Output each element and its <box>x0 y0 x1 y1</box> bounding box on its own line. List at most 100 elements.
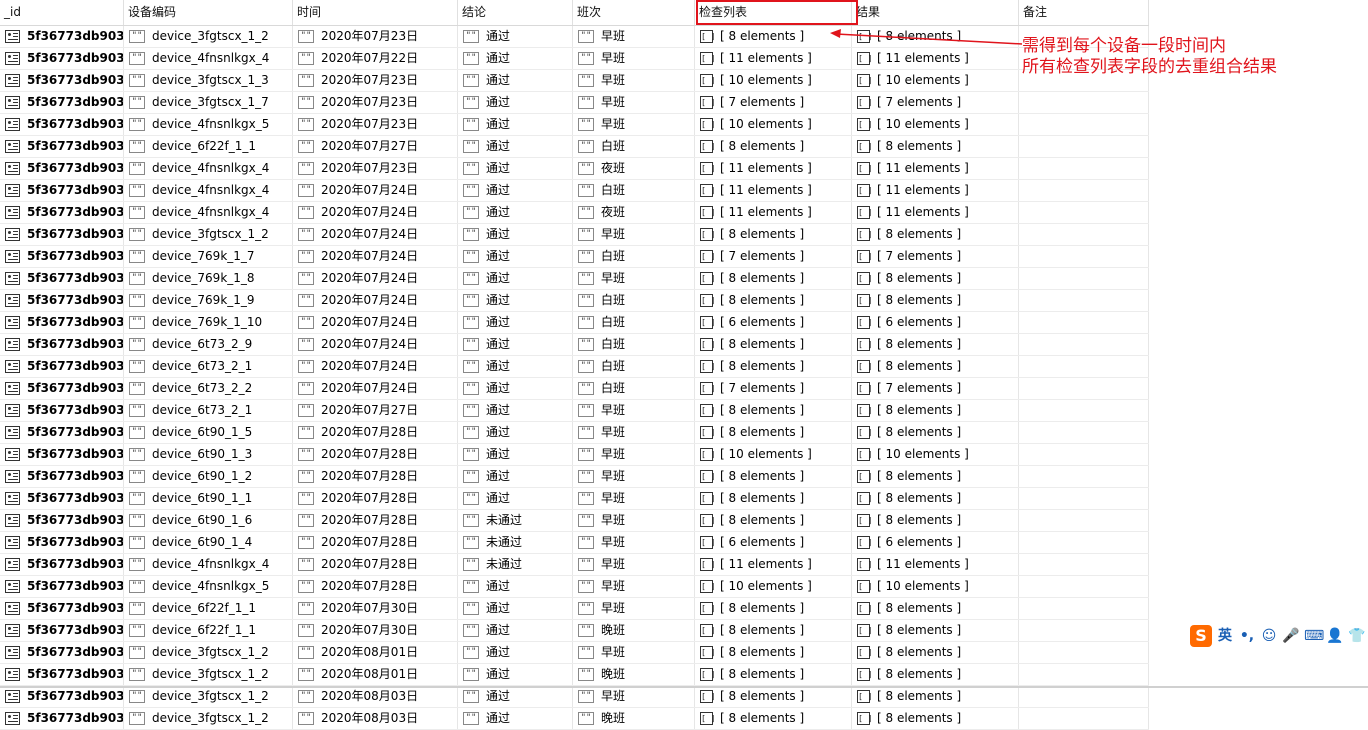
cell-conclusion[interactable]: "" 通过 <box>458 312 573 333</box>
cell-device-code[interactable]: "" device_6t90_1_4 <box>124 532 293 553</box>
cell-conclusion[interactable]: "" 通过 <box>458 378 573 399</box>
cell-device-code[interactable]: "" device_6f22f_1_1 <box>124 620 293 641</box>
cell-time[interactable]: "" 2020年07月24日 <box>293 224 458 245</box>
cell-device-code[interactable]: "" device_4fnsnlkgx_5 <box>124 576 293 597</box>
cell-conclusion[interactable]: "" 通过 <box>458 664 573 685</box>
cell-remark[interactable] <box>1019 378 1149 399</box>
cell-device-code[interactable]: "" device_6t90_1_5 <box>124 422 293 443</box>
smiley-icon[interactable]: ☺ <box>1260 626 1278 646</box>
cell-id[interactable]: 5f36773db903... <box>0 334 124 355</box>
cell-result[interactable]: [ ] [ 8 elements ] <box>852 268 1019 289</box>
cell-result[interactable]: [ ] [ 10 elements ] <box>852 114 1019 135</box>
cell-check-list[interactable]: [ ] [ 7 elements ] <box>695 378 852 399</box>
cell-conclusion[interactable]: "" 通过 <box>458 136 573 157</box>
cell-conclusion[interactable]: "" 通过 <box>458 444 573 465</box>
cell-remark[interactable] <box>1019 510 1149 531</box>
cell-device-code[interactable]: "" device_6t73_2_1 <box>124 400 293 421</box>
cell-result[interactable]: [ ] [ 7 elements ] <box>852 378 1019 399</box>
cell-conclusion[interactable]: "" 通过 <box>458 400 573 421</box>
cell-id[interactable]: 5f36773db903... <box>0 114 124 135</box>
col-header-id[interactable]: _id <box>0 0 124 25</box>
cell-remark[interactable] <box>1019 554 1149 575</box>
table-row[interactable]: 5f36773db903... "" device_6t73_2_2 "" 2020年0… <box>0 378 1149 400</box>
cell-result[interactable]: [ ] [ 8 elements ] <box>852 598 1019 619</box>
cell-shift[interactable]: "" 白班 <box>573 356 695 377</box>
cell-result[interactable]: [ ] [ 10 elements ] <box>852 576 1019 597</box>
cell-id[interactable]: 5f36773db903... <box>0 158 124 179</box>
cell-time[interactable]: "" 2020年07月23日 <box>293 114 458 135</box>
cell-check-list[interactable]: [ ] [ 8 elements ] <box>695 620 852 641</box>
cell-check-list[interactable]: [ ] [ 8 elements ] <box>695 466 852 487</box>
ime-lang-toggle[interactable]: 英 <box>1216 626 1234 646</box>
cell-shift[interactable]: "" 白班 <box>573 378 695 399</box>
cell-id[interactable]: 5f36773db903... <box>0 620 124 641</box>
cell-remark[interactable] <box>1019 202 1149 223</box>
table-row[interactable]: 5f36773db903... "" device_4fnsnlkgx_4 "" 202… <box>0 158 1149 180</box>
cell-time[interactable]: "" 2020年07月28日 <box>293 422 458 443</box>
table-row[interactable]: 5f36773db903... "" device_6t90_1_3 "" 2020年0… <box>0 444 1149 466</box>
table-row[interactable]: 5f36773db903... "" device_769k_1_10 "" 2020年… <box>0 312 1149 334</box>
cell-shift[interactable]: "" 早班 <box>573 224 695 245</box>
cell-shift[interactable]: "" 白班 <box>573 136 695 157</box>
cell-id[interactable]: 5f36773db903... <box>0 488 124 509</box>
cell-conclusion[interactable]: "" 通过 <box>458 246 573 267</box>
cell-shift[interactable]: "" 白班 <box>573 334 695 355</box>
cell-shift[interactable]: "" 早班 <box>573 598 695 619</box>
table-row[interactable]: 5f36773db903... "" device_6t73_2_1 "" 2020年0… <box>0 356 1149 378</box>
cell-id[interactable]: 5f36773db903... <box>0 510 124 531</box>
cell-time[interactable]: "" 2020年07月27日 <box>293 400 458 421</box>
cell-time[interactable]: "" 2020年07月28日 <box>293 554 458 575</box>
table-row[interactable]: 5f36773db903... "" device_3fgtscx_1_7 "" 202… <box>0 92 1149 114</box>
table-row[interactable]: 5f36773db903... "" device_6f22f_1_1 "" 2020年… <box>0 598 1149 620</box>
table-row[interactable]: 5f36773db903... "" device_769k_1_9 "" 2020年0… <box>0 290 1149 312</box>
mic-icon[interactable]: 🎤 <box>1282 626 1300 646</box>
cell-check-list[interactable]: [ ] [ 6 elements ] <box>695 312 852 333</box>
cell-time[interactable]: "" 2020年07月24日 <box>293 378 458 399</box>
cell-conclusion[interactable]: "" 通过 <box>458 26 573 47</box>
cell-time[interactable]: "" 2020年07月27日 <box>293 136 458 157</box>
cell-id[interactable]: 5f36773db903... <box>0 378 124 399</box>
cell-id[interactable]: 5f36773db903... <box>0 422 124 443</box>
cell-result[interactable]: [ ] [ 8 elements ] <box>852 488 1019 509</box>
cell-remark[interactable] <box>1019 92 1149 113</box>
cell-remark[interactable] <box>1019 576 1149 597</box>
cell-time[interactable]: "" 2020年07月24日 <box>293 268 458 289</box>
cell-device-code[interactable]: "" device_6f22f_1_1 <box>124 598 293 619</box>
cell-check-list[interactable]: [ ] [ 8 elements ] <box>695 224 852 245</box>
cell-id[interactable]: 5f36773db903... <box>0 48 124 69</box>
cell-remark[interactable] <box>1019 246 1149 267</box>
col-header-remark[interactable]: 备注 <box>1019 0 1149 25</box>
cell-result[interactable]: [ ] [ 8 elements ] <box>852 356 1019 377</box>
cell-device-code[interactable]: "" device_6f22f_1_1 <box>124 136 293 157</box>
cell-shift[interactable]: "" 白班 <box>573 312 695 333</box>
cell-conclusion[interactable]: "" 通过 <box>458 422 573 443</box>
cell-time[interactable]: "" 2020年07月24日 <box>293 246 458 267</box>
cell-remark[interactable] <box>1019 686 1149 707</box>
ime-punct-toggle[interactable]: •, <box>1238 626 1256 646</box>
cell-time[interactable]: "" 2020年08月03日 <box>293 708 458 729</box>
cell-time[interactable]: "" 2020年07月23日 <box>293 158 458 179</box>
cell-id[interactable]: 5f36773db903... <box>0 686 124 707</box>
table-row[interactable]: 5f36773db903... "" device_6t73_2_9 "" 2020年0… <box>0 334 1149 356</box>
cell-result[interactable]: [ ] [ 8 elements ] <box>852 642 1019 663</box>
cell-device-code[interactable]: "" device_6t90_1_6 <box>124 510 293 531</box>
cell-result[interactable]: [ ] [ 11 elements ] <box>852 158 1019 179</box>
table-row[interactable]: 5f36773db903... "" device_4fnsnlkgx_4 "" 202… <box>0 202 1149 224</box>
table-row[interactable]: 5f36773db903... "" device_3fgtscx_1_2 "" 202… <box>0 642 1149 664</box>
table-row[interactable]: 5f36773db903... "" device_3fgtscx_1_3 "" 202… <box>0 70 1149 92</box>
cell-conclusion[interactable]: "" 未通过 <box>458 554 573 575</box>
col-header-device-code[interactable]: 设备编码 <box>124 0 293 25</box>
table-row[interactable]: 5f36773db903... "" device_3fgtscx_1_2 "" 202… <box>0 664 1149 686</box>
cell-time[interactable]: "" 2020年07月28日 <box>293 466 458 487</box>
cell-check-list[interactable]: [ ] [ 8 elements ] <box>695 708 852 729</box>
cell-id[interactable]: 5f36773db903... <box>0 598 124 619</box>
cell-check-list[interactable]: [ ] [ 8 elements ] <box>695 356 852 377</box>
cell-conclusion[interactable]: "" 通过 <box>458 180 573 201</box>
cell-time[interactable]: "" 2020年07月28日 <box>293 444 458 465</box>
cell-shift[interactable]: "" 早班 <box>573 510 695 531</box>
cell-time[interactable]: "" 2020年07月28日 <box>293 532 458 553</box>
cell-time[interactable]: "" 2020年08月03日 <box>293 686 458 707</box>
cell-device-code[interactable]: "" device_3fgtscx_1_2 <box>124 642 293 663</box>
table-row[interactable]: 5f36773db903... "" device_4fnsnlkgx_5 "" 202… <box>0 576 1149 598</box>
cell-shift[interactable]: "" 夜班 <box>573 158 695 179</box>
